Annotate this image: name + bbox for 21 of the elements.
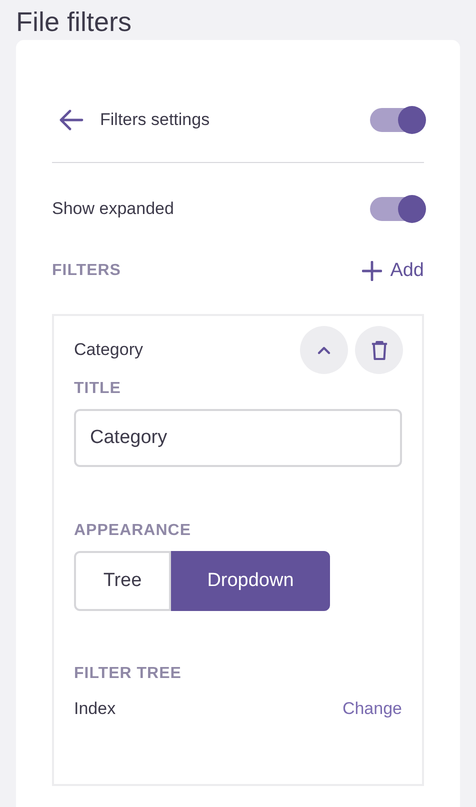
show-expanded-toggle[interactable] xyxy=(370,197,424,221)
trash-icon xyxy=(370,340,388,360)
filter-tree-value: Index xyxy=(74,699,116,719)
filters-heading: FILTERS xyxy=(52,262,121,280)
back-arrow-icon[interactable] xyxy=(58,109,84,131)
filter-tree-label: FILTER TREE xyxy=(74,665,182,683)
filters-settings-label: Filters settings xyxy=(100,110,211,130)
show-expanded-label: Show expanded xyxy=(52,199,175,219)
title-label: TITLE xyxy=(74,380,122,398)
appearance-option[interactable]: Dropdown xyxy=(171,551,330,611)
delete-button[interactable] xyxy=(355,326,403,374)
filters-settings-toggle[interactable] xyxy=(370,108,424,132)
filter-name: Category xyxy=(74,340,143,360)
add-button[interactable]: Add xyxy=(362,260,424,282)
change-link[interactable]: Change xyxy=(342,699,402,719)
chevron-up-icon xyxy=(317,345,331,355)
appearance-label: APPEARANCE xyxy=(74,522,192,540)
page-title: File filters xyxy=(16,6,133,39)
appearance-option[interactable]: Tree xyxy=(74,551,171,611)
plus-icon xyxy=(362,261,382,281)
title-input-field[interactable]: Category xyxy=(74,409,402,467)
